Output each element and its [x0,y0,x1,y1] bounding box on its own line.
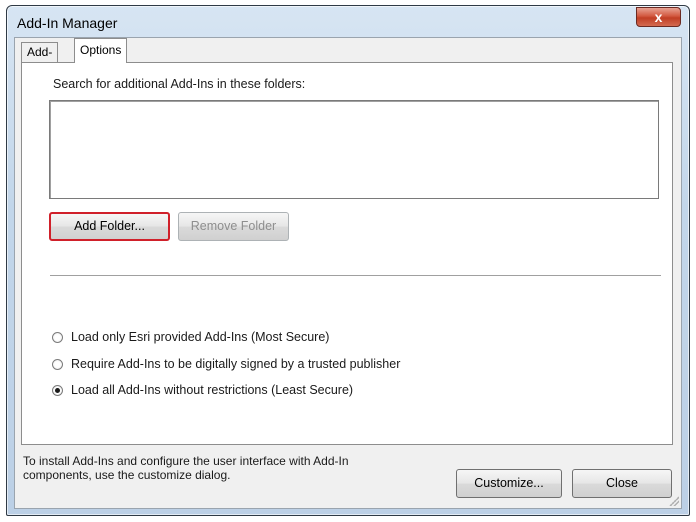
radio-button-selected[interactable] [52,385,63,396]
footer-hint: To install Add-Ins and configure the use… [23,454,423,482]
close-button[interactable]: Close [572,469,672,498]
add-folder-button[interactable]: Add Folder... [49,212,170,241]
radio-label: Require Add-Ins to be digitally signed b… [71,357,401,371]
radio-button[interactable] [52,332,63,343]
tab-options[interactable]: Options [74,38,128,63]
radio-label: Load only Esri provided Add-Ins (Most Se… [71,330,330,344]
window-title: Add-In Manager [17,15,118,31]
remove-folder-button[interactable]: Remove Folder [178,212,289,241]
options-panel: Search for additional Add-Ins in these f… [21,62,673,445]
window-close-button[interactable]: x [636,7,681,27]
radio-button[interactable] [52,359,63,370]
dialog-client-area: Add-Ins Options Search for additional Ad… [14,37,682,509]
footer-hint-line: components, use the customize dialog. [23,468,231,482]
tab-add-ins[interactable]: Add-Ins [21,42,59,78]
add-in-manager-window: Add-In Manager x Add-Ins Options Search … [6,5,690,516]
footer-hint-line: To install Add-Ins and configure the use… [23,454,349,468]
separator [50,275,661,277]
folders-listbox[interactable] [49,100,659,199]
search-folders-label: Search for additional Add-Ins in these f… [53,77,306,91]
title-bar[interactable]: Add-In Manager x [7,6,689,40]
radio-label: Load all Add-Ins without restrictions (L… [71,383,354,397]
customize-button[interactable]: Customize... [456,469,562,498]
resize-grip-icon[interactable] [669,496,679,506]
